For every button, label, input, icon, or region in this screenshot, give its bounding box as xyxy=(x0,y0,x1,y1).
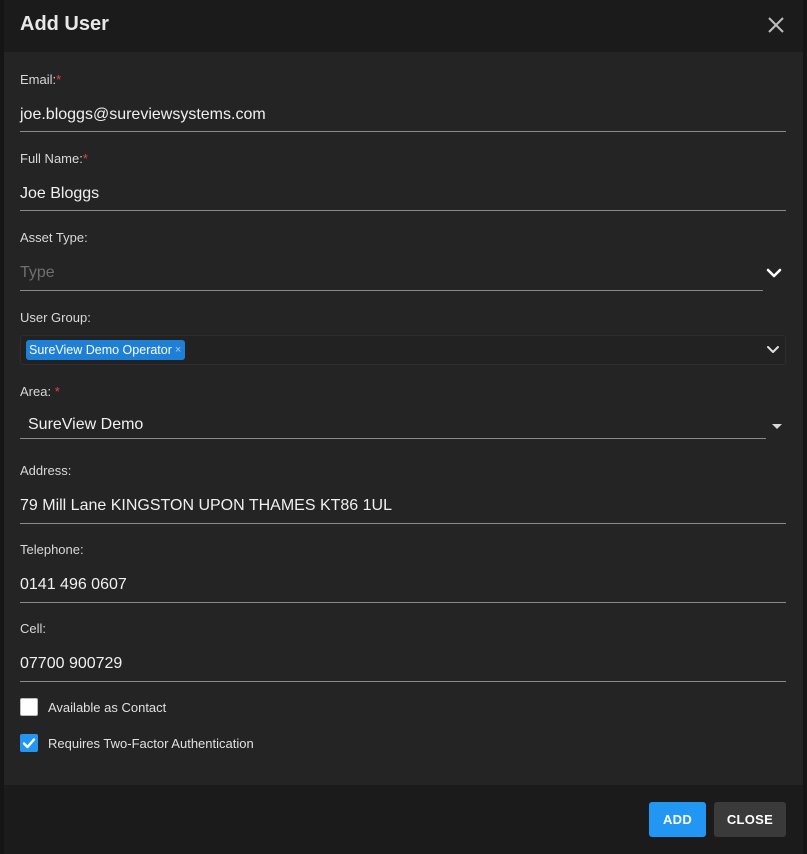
area-label-text: Area: xyxy=(20,384,52,399)
chevron-down-icon[interactable] xyxy=(764,341,782,359)
cell-label: Cell: xyxy=(20,621,47,636)
available-as-contact-label: Available as Contact xyxy=(48,700,167,715)
area-select[interactable]: SureView Demo xyxy=(28,416,143,434)
full-name-label: Full Name:* xyxy=(20,151,88,166)
address-label: Address: xyxy=(20,463,72,478)
area-label: Area: * xyxy=(20,384,60,399)
required-mark: * xyxy=(82,151,88,166)
asset-type-select[interactable]: Type xyxy=(20,264,55,282)
telephone-field[interactable]: 0141 496 0607 xyxy=(20,576,127,594)
address-field-underline xyxy=(20,523,786,524)
required-mark: * xyxy=(54,384,60,399)
add-button[interactable]: ADD xyxy=(649,802,706,837)
available-as-contact-checkbox[interactable] xyxy=(20,698,38,716)
full-name-field[interactable]: Joe Bloggs xyxy=(20,185,99,203)
email-label-text: Email: xyxy=(20,72,57,87)
user-group-tag-label: SureView Demo Operator xyxy=(29,343,172,357)
checkmark-icon xyxy=(22,738,36,749)
full-name-field-underline xyxy=(20,210,786,211)
chevron-down-icon[interactable] xyxy=(765,264,783,282)
cell-field[interactable]: 07700 900729 xyxy=(20,655,122,673)
add-user-dialog: Add User Email:* joe.bloggs@sureviewsyst… xyxy=(4,0,803,854)
close-icon[interactable] xyxy=(765,14,787,36)
two-factor-checkbox[interactable] xyxy=(20,734,38,752)
telephone-field-underline xyxy=(20,602,786,603)
user-group-tag: SureView Demo Operator × xyxy=(26,340,186,360)
cell-field-underline xyxy=(20,681,786,682)
caret-down-icon[interactable] xyxy=(772,424,782,429)
close-button[interactable]: CLOSE xyxy=(714,802,786,837)
telephone-label: Telephone: xyxy=(20,542,84,557)
two-factor-label: Requires Two-Factor Authentication xyxy=(48,736,254,751)
full-name-label-text: Full Name: xyxy=(20,151,83,166)
asset-type-underline xyxy=(20,290,763,291)
dialog-title: Add User xyxy=(20,13,109,35)
user-group-select[interactable]: SureView Demo Operator × xyxy=(20,335,786,365)
required-mark: * xyxy=(56,72,62,87)
email-field-underline xyxy=(20,131,786,132)
area-select-underline xyxy=(20,438,766,439)
user-group-label: User Group: xyxy=(20,310,91,325)
email-field[interactable]: joe.bloggs@sureviewsystems.com xyxy=(20,106,266,124)
dialog-footer: ADD CLOSE xyxy=(4,785,803,854)
address-field[interactable]: 79 Mill Lane KINGSTON UPON THAMES KT86 1… xyxy=(20,497,392,515)
dialog-header: Add User xyxy=(4,0,803,52)
email-label: Email:* xyxy=(20,72,61,87)
asset-type-label: Asset Type: xyxy=(20,230,88,245)
tag-remove-icon[interactable]: × xyxy=(175,344,181,356)
